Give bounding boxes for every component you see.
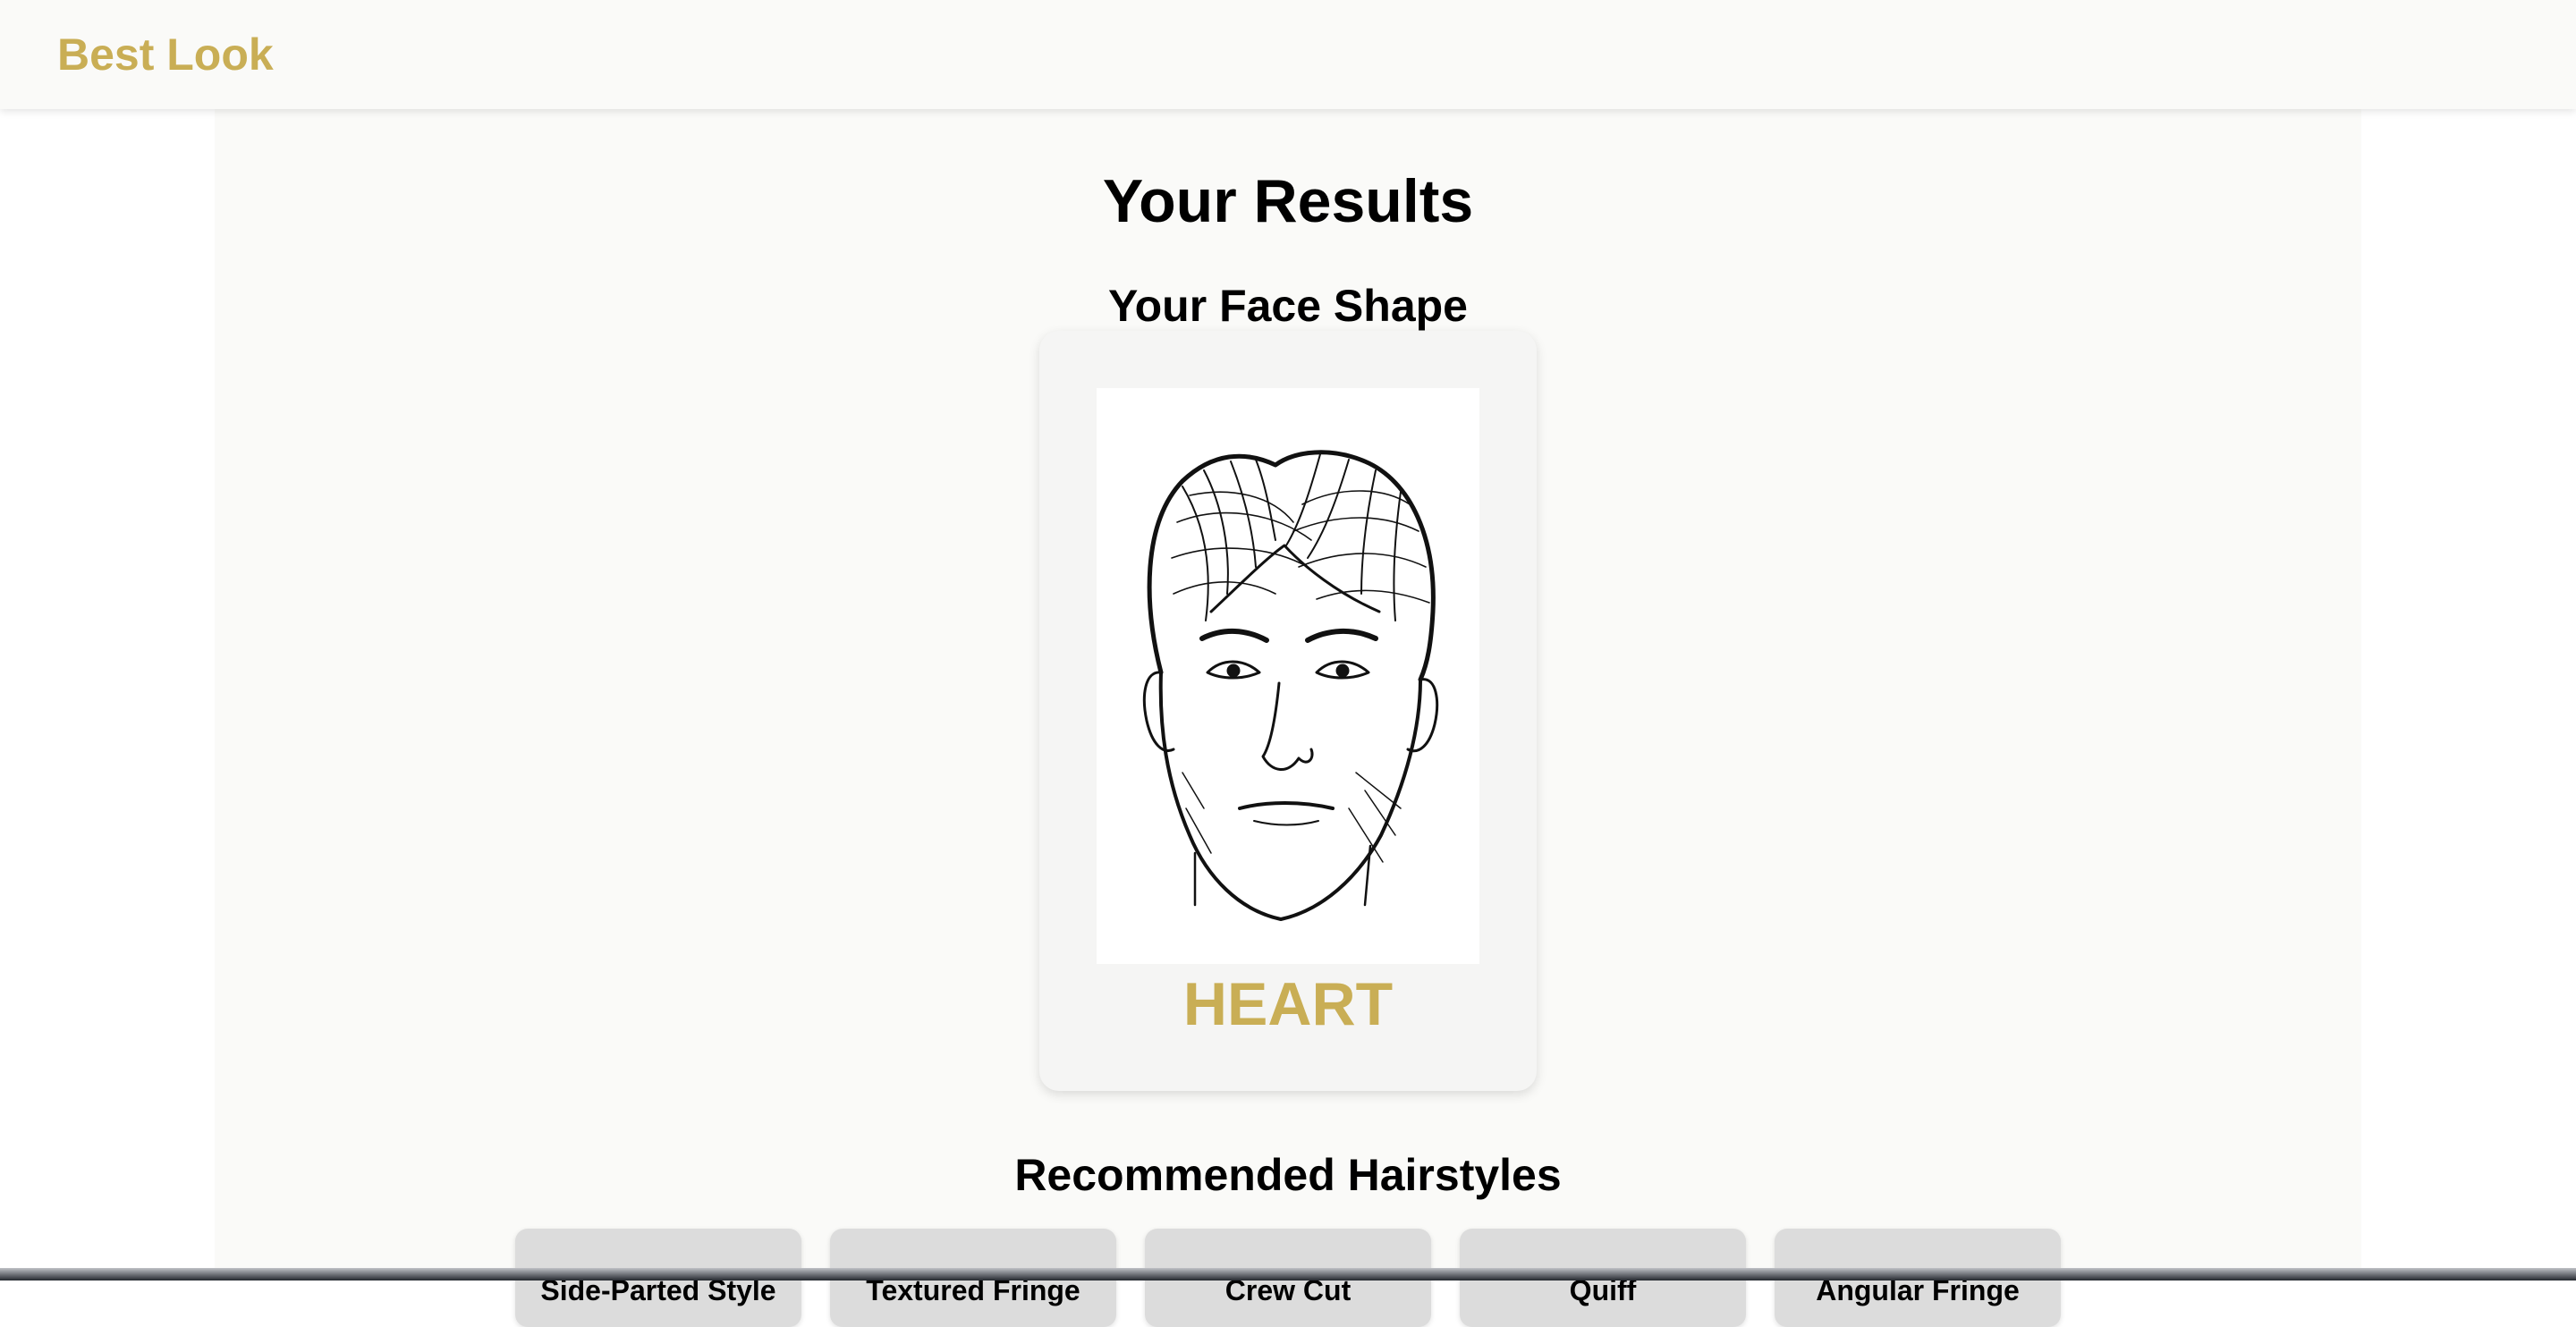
face-shape-result: HEART bbox=[1182, 970, 1394, 1038]
face-shape-card: HEART bbox=[1039, 331, 1537, 1091]
top-navbar: Best Look bbox=[0, 0, 2576, 109]
page-title: Your Results bbox=[1102, 167, 1474, 235]
results-container: Your Results Your Face Shape HEART Recom… bbox=[215, 0, 2361, 1327]
face-sketch-icon bbox=[1142, 450, 1439, 921]
face-shape-illustration bbox=[1097, 388, 1479, 964]
window-bottom-edge bbox=[0, 1268, 2576, 1281]
face-shape-heading: Your Face Shape bbox=[1108, 281, 1468, 331]
brand-logo-link[interactable]: Best Look bbox=[57, 27, 274, 82]
recommended-hairstyles-heading: Recommended Hairstyles bbox=[1014, 1150, 1562, 1200]
hairstyle-list: Side-Parted Style Textured Fringe Crew C… bbox=[215, 1229, 2361, 1327]
